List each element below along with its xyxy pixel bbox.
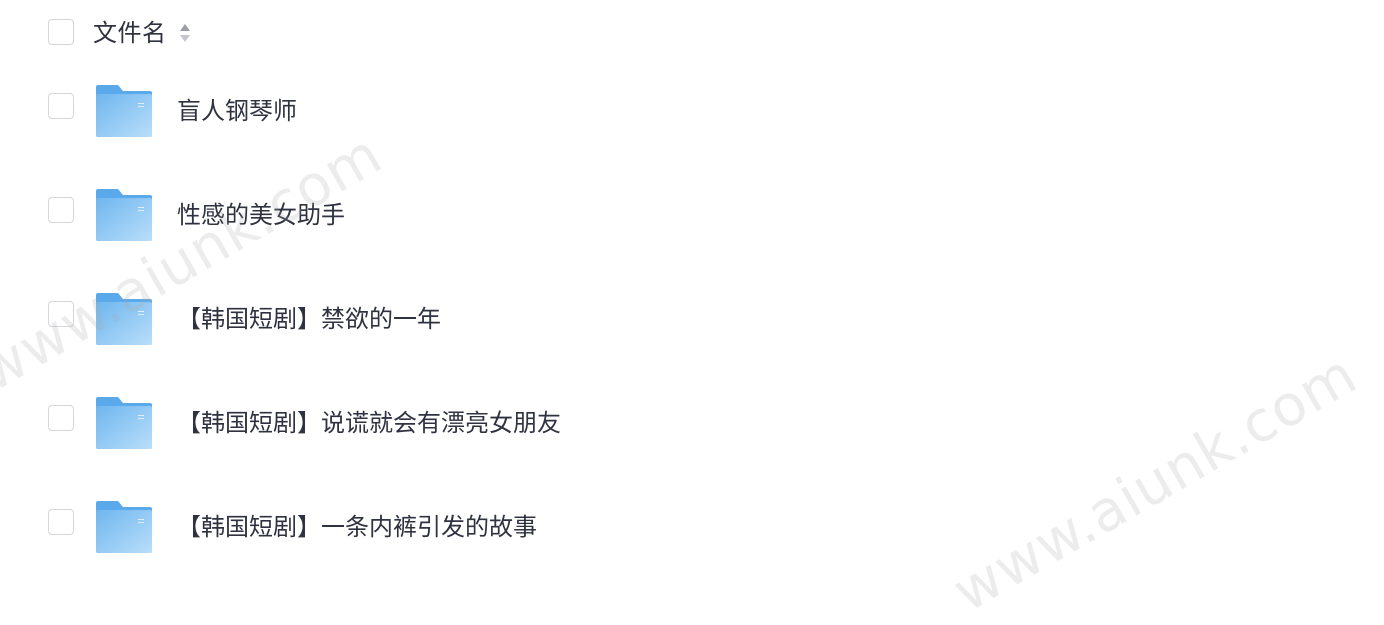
file-name[interactable]: 盲人钢琴师	[177, 96, 297, 126]
select-all-checkbox[interactable]	[48, 19, 74, 45]
list-item[interactable]: 性感的美女助手	[0, 163, 1384, 267]
sort-icon[interactable]	[178, 22, 192, 44]
folder-icon	[96, 397, 152, 449]
file-name[interactable]: 【韩国短剧】一条内裤引发的故事	[177, 512, 537, 542]
list-item[interactable]: 【韩国短剧】说谎就会有漂亮女朋友	[0, 371, 1384, 475]
folder-icon	[96, 189, 152, 241]
file-list-header: 文件名	[0, 12, 1384, 54]
row-checkbox[interactable]	[48, 197, 74, 223]
row-checkbox[interactable]	[48, 509, 74, 535]
list-item[interactable]: 【韩国短剧】一条内裤引发的故事	[0, 475, 1384, 579]
file-name[interactable]: 【韩国短剧】说谎就会有漂亮女朋友	[177, 408, 561, 438]
column-header-filename[interactable]: 文件名	[93, 19, 167, 47]
folder-icon	[96, 501, 152, 553]
file-name[interactable]: 【韩国短剧】禁欲的一年	[177, 304, 441, 334]
row-checkbox[interactable]	[48, 405, 74, 431]
list-item[interactable]: 【韩国短剧】禁欲的一年	[0, 267, 1384, 371]
row-checkbox[interactable]	[48, 93, 74, 119]
folder-icon	[96, 85, 152, 137]
file-name[interactable]: 性感的美女助手	[177, 200, 345, 230]
list-item[interactable]: 盲人钢琴师	[0, 59, 1384, 163]
row-checkbox[interactable]	[48, 301, 74, 327]
folder-icon	[96, 293, 152, 345]
